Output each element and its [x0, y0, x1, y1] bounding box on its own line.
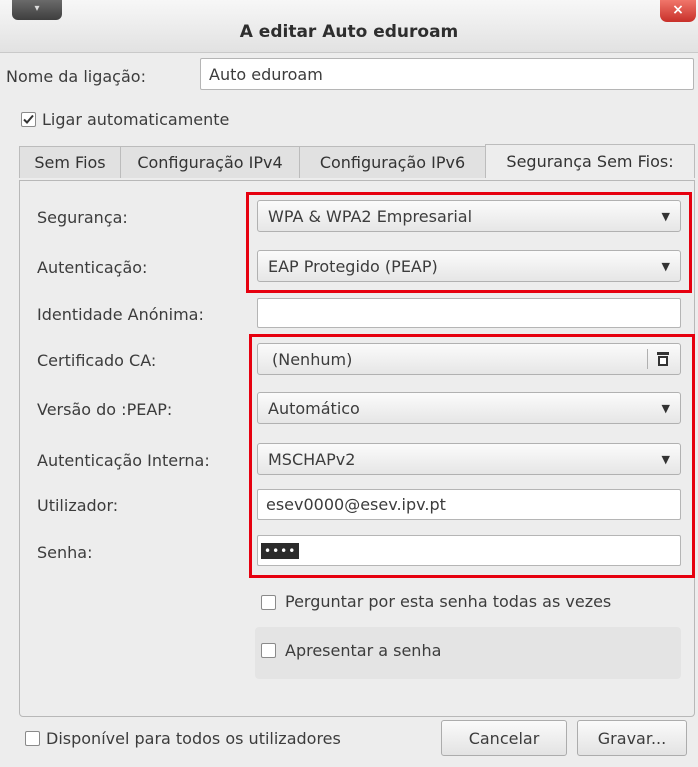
close-button[interactable]: ×: [660, 0, 696, 22]
security-label: Segurança:: [37, 208, 128, 227]
tab-label: Configuração IPv6: [319, 153, 466, 172]
save-button[interactable]: Gravar...: [577, 720, 687, 756]
auth-label: Autenticação:: [37, 258, 148, 277]
ca-cert-label: Certificado CA:: [37, 351, 157, 370]
tab-label: Configuração IPv4: [137, 153, 283, 172]
connection-name-value: Auto eduroam: [209, 64, 323, 84]
tab-ipv6[interactable]: Configuração IPv6: [299, 146, 486, 178]
peap-version-label: Versão do :PEAP:: [37, 400, 173, 419]
all-users-checkbox[interactable]: [25, 731, 40, 746]
auto-connect-label: Ligar automaticamente: [42, 110, 230, 129]
connection-name-input[interactable]: Auto eduroam: [200, 58, 694, 90]
password-label: Senha:: [37, 543, 93, 562]
show-password-label: Apresentar a senha: [285, 641, 442, 660]
connection-name-label: Nome da ligação:: [6, 67, 146, 86]
window-titlebar: ▾ A editar Auto eduroam ×: [0, 0, 698, 53]
close-icon: ×: [672, 2, 684, 18]
save-label: Gravar...: [597, 728, 667, 748]
tab-label: Sem Fios: [34, 153, 106, 172]
anon-identity-input[interactable]: [257, 298, 681, 328]
ask-password-checkbox[interactable]: [261, 595, 276, 610]
user-label: Utilizador:: [37, 496, 119, 515]
all-users-label: Disponível para todos os utilizadores: [46, 729, 341, 748]
auto-connect-checkbox[interactable]: [21, 112, 36, 127]
tab-label: Segurança Sem Fios:: [506, 152, 674, 171]
cancel-button[interactable]: Cancelar: [441, 720, 567, 756]
check-icon: [23, 114, 34, 124]
ask-password-label: Perguntar por esta senha todas as vezes: [285, 592, 612, 611]
highlight-box-bottom: [249, 334, 695, 578]
show-password-checkbox[interactable]: [261, 643, 276, 658]
tab-bar: Sem Fios Configuração IPv4 Configuração …: [19, 144, 695, 180]
anon-identity-label: Identidade Anónima:: [37, 305, 204, 324]
inner-auth-label: Autenticação Interna:: [37, 451, 210, 470]
cancel-label: Cancelar: [468, 728, 540, 748]
highlight-box-top: [246, 192, 692, 293]
chevron-down-icon: ▾: [34, 3, 40, 14]
tab-ipv4[interactable]: Configuração IPv4: [120, 146, 300, 178]
tab-wireless[interactable]: Sem Fios: [19, 146, 121, 178]
window-title: A editar Auto eduroam: [239, 22, 459, 42]
tab-wireless-security[interactable]: Segurança Sem Fios:: [485, 144, 695, 178]
window-menu-button[interactable]: ▾: [12, 0, 62, 20]
